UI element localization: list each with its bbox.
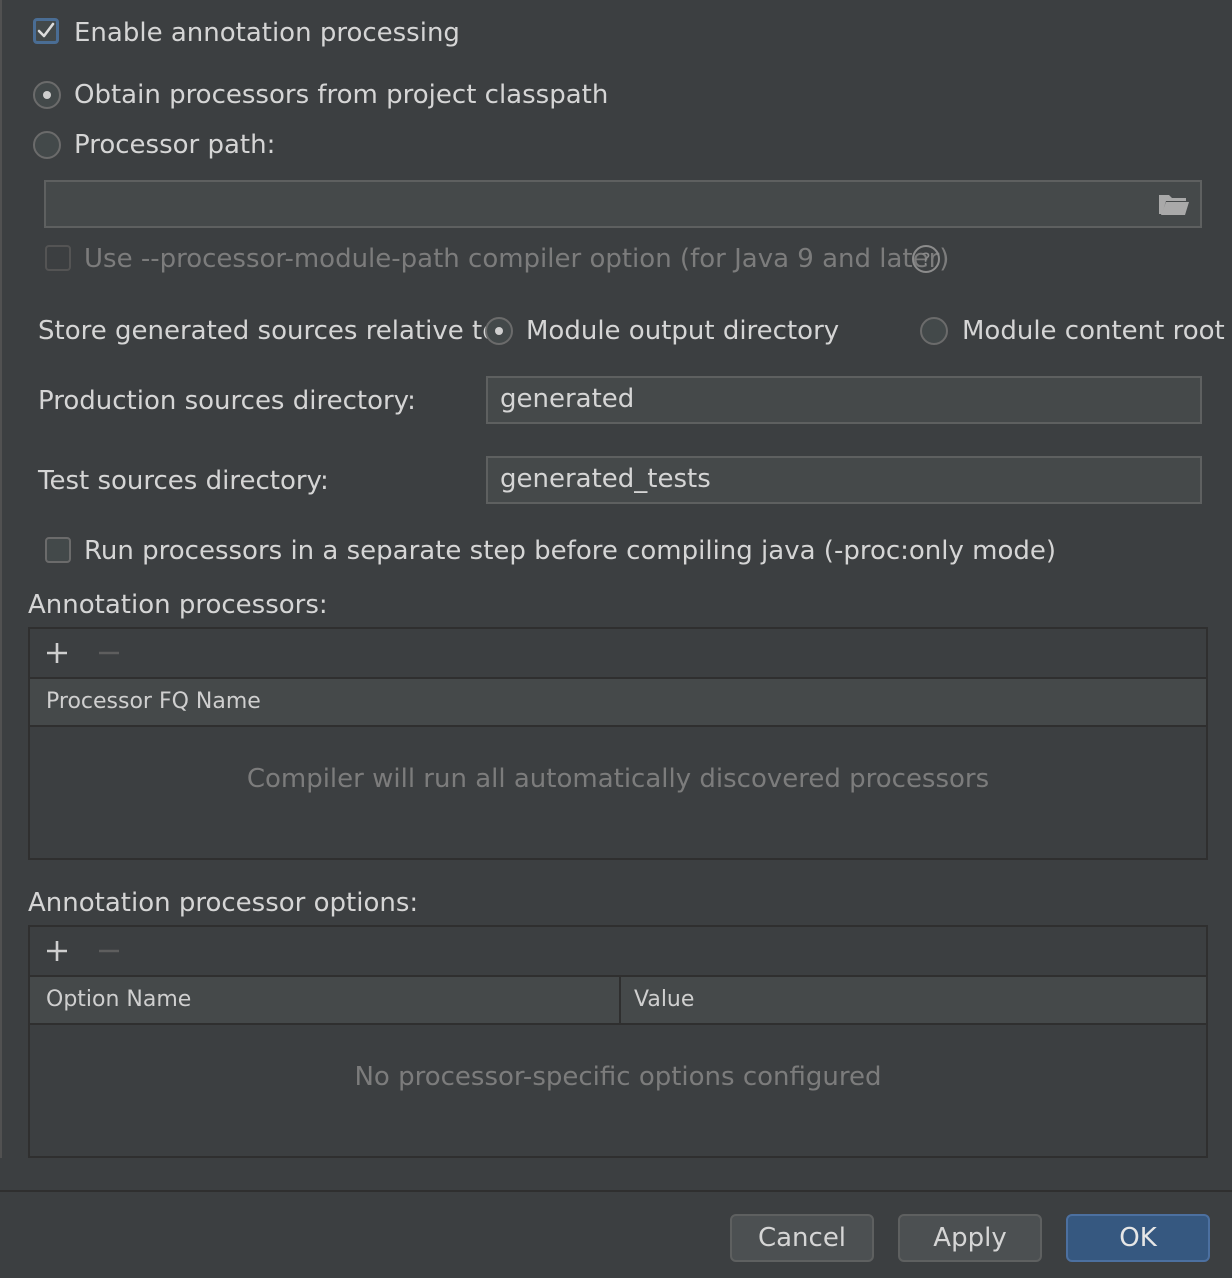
processors-empty-text: Compiler will run all automatically disc… [246, 764, 990, 794]
module-output-label: Module output directory [526, 316, 840, 346]
checkmark-icon [37, 22, 55, 38]
processors-table-header: Processor FQ Name [30, 679, 1206, 727]
processor-path-field[interactable] [44, 180, 1202, 228]
module-content-label: Module content root [962, 316, 1225, 346]
add-icon[interactable] [45, 641, 69, 665]
options-empty-text: No processor-specific options configured [354, 1062, 882, 1092]
obtain-classpath-radio[interactable] [33, 81, 61, 109]
options-table-header: Option Name Value [30, 977, 1206, 1025]
remove-icon[interactable] [97, 641, 121, 665]
column-divider [619, 977, 621, 1023]
enable-processing-checkbox[interactable] [33, 18, 59, 44]
options-toolbar [30, 927, 1206, 977]
processor-path-label: Processor path: [74, 130, 276, 160]
separate-step-checkbox[interactable] [45, 537, 71, 563]
left-divider [0, 0, 2, 1158]
module-path-label: Use --processor-module-path compiler opt… [84, 244, 950, 274]
production-dir-label: Production sources directory: [38, 386, 416, 416]
processors-section-title: Annotation processors: [28, 590, 328, 620]
ok-button[interactable]: OK [1066, 1214, 1210, 1262]
obtain-classpath-label: Obtain processors from project classpath [74, 80, 609, 110]
options-table: Option Name Value No processor-specific … [28, 925, 1208, 1158]
module-path-checkbox[interactable] [45, 245, 71, 271]
add-icon[interactable] [45, 939, 69, 963]
remove-icon[interactable] [97, 939, 121, 963]
store-relative-label: Store generated sources relative to: [38, 316, 507, 346]
enable-processing-label: Enable annotation processing [74, 18, 460, 48]
cancel-button[interactable]: Cancel [730, 1214, 874, 1262]
column-value[interactable]: Value [634, 977, 694, 1023]
processors-table: Processor FQ Name Compiler will run all … [28, 627, 1208, 860]
footer-divider [0, 1190, 1232, 1192]
options-section-title: Annotation processor options: [28, 888, 419, 918]
test-dir-label: Test sources directory: [38, 466, 329, 496]
module-content-radio[interactable] [920, 317, 948, 345]
column-option-name[interactable]: Option Name [46, 977, 191, 1023]
processors-toolbar [30, 629, 1206, 679]
help-icon[interactable]: ? [911, 244, 941, 274]
apply-button[interactable]: Apply [898, 1214, 1042, 1262]
separate-step-label: Run processors in a separate step before… [84, 536, 1057, 566]
radio-selected-dot [495, 327, 503, 335]
folder-icon[interactable] [1158, 192, 1190, 216]
test-dir-input[interactable]: generated_tests [486, 456, 1202, 504]
radio-selected-dot [43, 91, 51, 99]
module-output-radio[interactable] [485, 317, 513, 345]
production-dir-input[interactable]: generated [486, 376, 1202, 424]
processor-path-radio[interactable] [33, 131, 61, 159]
svg-text:?: ? [921, 250, 930, 270]
column-processor-fq-name[interactable]: Processor FQ Name [46, 679, 261, 725]
